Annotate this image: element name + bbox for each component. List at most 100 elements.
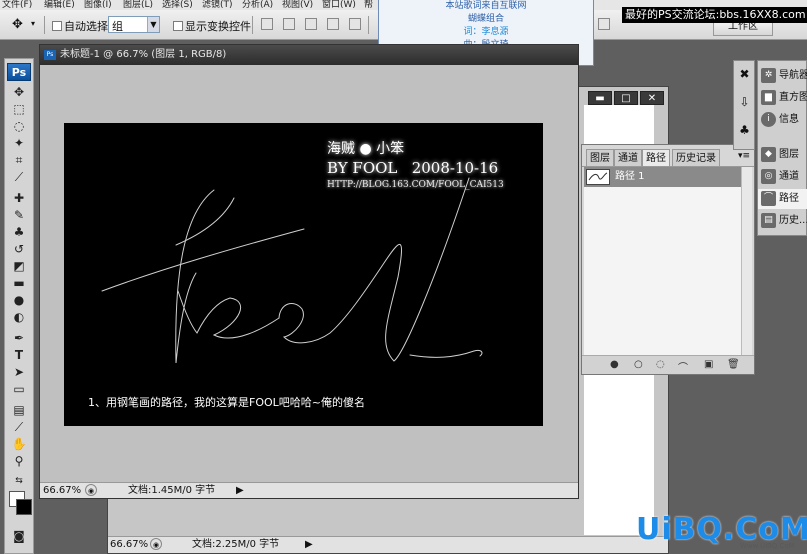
dock-item-channels[interactable]: ◎ 通道 <box>758 167 807 187</box>
path-selection-tool-icon[interactable]: ➤ <box>10 365 28 380</box>
move-tool-icon[interactable]: ✥ <box>12 17 23 32</box>
menu-select[interactable]: 选择(S) <box>162 0 193 10</box>
maximize-icon[interactable]: □ <box>614 91 638 105</box>
align-vcenter-icon[interactable] <box>283 18 295 30</box>
menu-help[interactable]: 帮 <box>364 0 373 10</box>
quick-mask-icon[interactable]: ◙ <box>10 529 28 544</box>
eraser-tool-icon[interactable]: ◩ <box>10 259 28 274</box>
dock-item-histogram[interactable]: ▆ 直方图 <box>758 88 807 108</box>
auto-select-dropdown[interactable]: 组 ▼ <box>108 16 160 33</box>
brush-preset-icon[interactable]: ⇩ <box>737 95 752 110</box>
align-left-icon[interactable] <box>327 18 339 30</box>
stroke-path-icon[interactable]: ○ <box>634 359 643 370</box>
panel-footer: ● ○ ◌ ⌒ ▣ 🗑 <box>582 355 754 374</box>
dock-item-layers[interactable]: ◆ 图层 <box>758 145 807 165</box>
healing-brush-tool-icon[interactable]: ✚ <box>10 191 28 206</box>
channels-icon: ◎ <box>761 169 776 184</box>
align-bottom-icon[interactable] <box>305 18 317 30</box>
menu-image[interactable]: 图像(I) <box>84 0 112 10</box>
pen-tool-icon[interactable]: ✒ <box>10 331 28 346</box>
crop-tool-icon[interactable]: ⌗ <box>10 153 28 168</box>
marquee-tool-icon[interactable]: ⬚ <box>10 102 28 117</box>
move-tool-icon[interactable]: ✥ <box>10 85 28 100</box>
type-tool-icon[interactable]: T <box>10 348 28 363</box>
dock-item-history[interactable]: ▤ 历史... <box>758 211 807 231</box>
menu-window[interactable]: 窗口(W) <box>322 0 356 10</box>
new-path-icon[interactable]: ▣ <box>704 359 713 370</box>
close-icon[interactable]: ✕ <box>640 91 664 105</box>
status-menu-icon[interactable]: ◉ <box>85 484 97 496</box>
menu-analysis[interactable]: 分析(A) <box>242 0 273 10</box>
show-transform-label: 显示变换控件 <box>185 20 251 33</box>
status-bar-front: 66.67% ◉ 文档:1.45M/0 字节 ▶ <box>40 482 578 498</box>
hand-tool-icon[interactable]: ✋ <box>10 437 28 452</box>
menu-filter[interactable]: 滤镜(T) <box>202 0 233 10</box>
zoom-level[interactable]: 66.67% <box>43 484 81 497</box>
separator <box>252 16 253 34</box>
gradient-tool-icon[interactable]: ▬ <box>10 276 28 291</box>
align-top-icon[interactable] <box>261 18 273 30</box>
scrollbar[interactable] <box>741 167 752 355</box>
menu-file[interactable]: 文件(F) <box>2 0 32 10</box>
minimize-icon[interactable]: ▬ <box>588 91 612 105</box>
panel-menu-icon[interactable]: ▾≡ <box>738 151 750 161</box>
path-row[interactable]: 路径 1 <box>584 167 741 187</box>
forum-watermark: 最好的PS交流论坛:bbs.16XX8.com <box>622 7 807 23</box>
dock-label: 导航器 <box>779 70 807 81</box>
fill-path-icon[interactable]: ● <box>610 359 619 370</box>
zoom-level[interactable]: 66.67% <box>110 538 148 551</box>
brush-tool-icon[interactable]: ✎ <box>10 208 28 223</box>
document-title: 未标题-1 @ 66.7% (图层 1, RGB/8) <box>60 49 227 60</box>
menu-edit[interactable]: 编辑(E) <box>44 0 75 10</box>
clone-stamp-tool-icon[interactable]: ♣ <box>10 225 28 240</box>
panel-tabs: 图层 通道 路径 历史记录 ▾≡ <box>582 149 754 167</box>
history-brush-tool-icon[interactable]: ↺ <box>10 242 28 257</box>
status-arrow-icon[interactable]: ▶ <box>305 538 313 551</box>
tool-preset-dropdown-icon[interactable]: ▾ <box>31 19 35 28</box>
tab-history[interactable]: 历史记录 <box>672 149 720 166</box>
background-color-swatch[interactable] <box>16 499 32 515</box>
dock-label: 图层 <box>779 149 799 160</box>
align-hcenter-icon[interactable] <box>349 18 361 30</box>
menu-view[interactable]: 视图(V) <box>282 0 313 10</box>
path-stroke <box>409 350 483 358</box>
status-menu-icon[interactable]: ◉ <box>150 538 162 550</box>
auto-select-label: 自动选择: <box>64 20 112 33</box>
path-stroke <box>278 177 470 362</box>
load-selection-icon[interactable]: ◌ <box>656 359 665 370</box>
eyedropper-sample-icon[interactable]: ⟋ <box>10 420 28 435</box>
make-work-path-icon[interactable]: ⌒ <box>678 359 688 374</box>
chevron-down-icon: ▼ <box>147 17 159 32</box>
popup-line-source: 本站歌词来自互联网 <box>445 1 527 11</box>
tab-paths[interactable]: 路径 <box>642 149 670 166</box>
signature-line1: 海贼 ● 小笨 <box>327 141 405 157</box>
separator <box>44 16 45 34</box>
show-transform-checkbox[interactable] <box>173 21 183 31</box>
menu-layer[interactable]: 图层(L) <box>123 0 153 10</box>
shape-tool-icon[interactable]: ▭ <box>10 382 28 397</box>
layers-icon: ◆ <box>761 147 776 162</box>
trash-icon[interactable]: 🗑 <box>727 359 740 370</box>
paths-panel: 图层 通道 路径 历史记录 ▾≡ 路径 1 ● ○ ◌ ⌒ ▣ 🗑 <box>581 144 755 375</box>
swap-colors-icon[interactable]: ⇆ <box>10 474 28 489</box>
distribute-icon[interactable] <box>598 18 610 30</box>
notes-tool-icon[interactable]: ▤ <box>10 403 28 418</box>
eyedropper-tool-icon[interactable]: ⟋ <box>10 170 28 185</box>
blur-tool-icon[interactable]: ● <box>10 293 28 308</box>
canvas[interactable]: 海贼 ● 小笨 BY FOOL 2008-10-16 HTTP://BLOG.1… <box>64 123 543 426</box>
stamp-icon[interactable]: ♣ <box>737 123 752 138</box>
dock-item-navigator[interactable]: ✲ 导航器 <box>758 66 807 86</box>
document-title-bar[interactable]: Ps 未标题-1 @ 66.7% (图层 1, RGB/8) <box>40 45 578 65</box>
tab-channels[interactable]: 通道 <box>614 149 642 166</box>
tab-layers[interactable]: 图层 <box>586 149 614 166</box>
dock-item-paths[interactable]: ⌒ 路径 <box>758 189 807 209</box>
status-arrow-icon[interactable]: ▶ <box>236 484 244 497</box>
dock-label: 路径 <box>779 193 799 204</box>
lasso-tool-icon[interactable]: ◌ <box>10 119 28 134</box>
auto-select-checkbox[interactable] <box>52 21 62 31</box>
magic-wand-tool-icon[interactable]: ✦ <box>10 136 28 151</box>
zoom-tool-icon[interactable]: ⚲ <box>10 454 28 469</box>
tools-icon[interactable]: ✖ <box>737 67 752 82</box>
dock-item-info[interactable]: i 信息 <box>758 110 807 130</box>
dodge-tool-icon[interactable]: ◐ <box>10 310 28 325</box>
